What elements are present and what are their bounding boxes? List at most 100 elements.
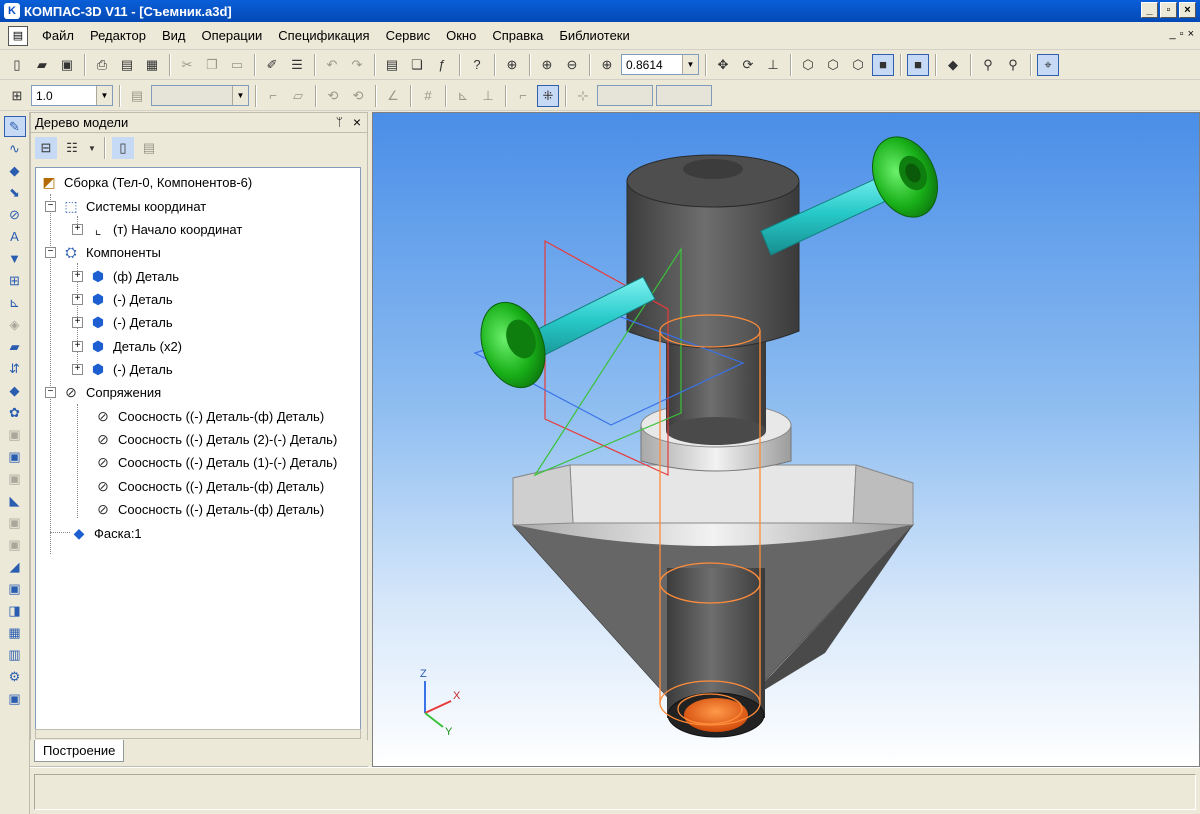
menu-help[interactable]: Справка — [484, 28, 551, 43]
menu-view[interactable]: Вид — [154, 28, 194, 43]
collision-icon[interactable]: ✿ — [4, 402, 26, 423]
grid-step-icon[interactable]: ⊞ — [6, 85, 28, 107]
mates-icon[interactable]: ⊘ — [4, 204, 26, 225]
tree-node-origin[interactable]: + ⌞ (т) Начало координат — [72, 219, 242, 239]
expand-icon[interactable]: + — [72, 340, 83, 352]
expand-icon[interactable]: + — [72, 316, 83, 328]
model-viewport[interactable]: Z X Y — [372, 112, 1200, 767]
save-icon[interactable]: ▣ — [56, 54, 78, 76]
assembly-3d-view[interactable]: Z X Y — [373, 113, 1199, 766]
shell-icon[interactable]: ▣ — [4, 534, 26, 555]
tree-filter-icon[interactable]: ▤ — [138, 137, 160, 159]
cut-icon[interactable]: ✂ — [176, 54, 198, 76]
menu-libraries[interactable]: Библиотеки — [551, 28, 637, 43]
snap-icon[interactable]: ⌖ — [1037, 53, 1059, 76]
tree-horizontal-scrollbar[interactable] — [35, 729, 361, 739]
coord-y-field[interactable] — [656, 85, 712, 106]
collapse-icon[interactable]: − — [45, 246, 56, 258]
print-preview-icon[interactable]: ▤ — [116, 54, 138, 76]
chevron-down-icon[interactable]: ▼ — [232, 86, 248, 105]
menu-specification[interactable]: Спецификация — [270, 28, 377, 43]
expand-icon[interactable]: + — [72, 270, 83, 282]
collapse-icon[interactable]: − — [45, 386, 56, 398]
fillet-icon[interactable]: ◣ — [4, 490, 26, 511]
extrude-icon[interactable]: ▣ — [4, 424, 26, 445]
zoom-scale-icon[interactable]: ⊕ — [596, 54, 618, 76]
pin-icon[interactable]: ᛘ — [336, 115, 343, 129]
constraint-icon[interactable]: ⟲ — [322, 85, 344, 107]
support-plate[interactable] — [512, 464, 914, 547]
expand-icon[interactable]: + — [72, 363, 83, 375]
redo-icon[interactable]: ↷ — [346, 54, 368, 76]
pattern-icon[interactable]: ▥ — [4, 644, 26, 665]
rib-icon[interactable]: ▣ — [4, 578, 26, 599]
close-button[interactable]: × — [1179, 2, 1196, 18]
chevron-down-icon[interactable]: ▼ — [682, 55, 698, 74]
round-icon[interactable]: ⌐ — [512, 85, 534, 107]
mirror-icon[interactable]: ▦ — [4, 622, 26, 643]
tree-structure-icon[interactable]: ⊟ — [35, 137, 57, 159]
restore-button[interactable]: ▫ — [1160, 2, 1177, 18]
dimensions-icon[interactable]: A — [4, 226, 26, 247]
chamfer-tool-icon[interactable]: ▣ — [4, 512, 26, 533]
surfaces-icon[interactable]: ◆ — [4, 160, 26, 181]
rotate-component-icon[interactable]: ◆ — [4, 380, 26, 401]
coordinates-icon[interactable]: ⊹ — [572, 85, 594, 107]
measure-tool-icon[interactable]: ⊞ — [4, 270, 26, 291]
filter-options-icon[interactable]: ⚲ — [1002, 54, 1024, 76]
variables-icon[interactable]: ƒ — [431, 54, 453, 76]
snap-points-icon[interactable]: ⁜ — [537, 84, 559, 107]
menu-service[interactable]: Сервис — [378, 28, 439, 43]
zoom-in-icon[interactable]: ⊕ — [536, 54, 558, 76]
tree-node-coordinate-systems[interactable]: − ⬚ Системы координат — [45, 196, 206, 216]
curves-icon[interactable]: ∿ — [4, 138, 26, 159]
tree-node-mate[interactable]: ⊘ Соосность ((-) Деталь-(ф) Деталь) — [94, 406, 324, 426]
tree-node-mate[interactable]: ⊘ Соосность ((-) Деталь-(ф) Деталь) — [94, 476, 324, 496]
zoom-window-icon[interactable]: ⊕ — [501, 54, 523, 76]
collapse-icon[interactable]: − — [45, 200, 56, 212]
tree-node-components[interactable]: − ⛭ Компоненты — [45, 242, 161, 262]
filter-tool-icon[interactable]: ▼ — [4, 248, 26, 269]
axis-icon[interactable]: ⊥ — [477, 85, 499, 107]
knob-right[interactable] — [860, 126, 950, 227]
coord-x-field[interactable] — [597, 85, 653, 106]
orientation-icon[interactable]: ⊥ — [762, 54, 784, 76]
undo-icon[interactable]: ↶ — [321, 54, 343, 76]
measure-icon[interactable]: ⟲ — [347, 85, 369, 107]
manager-icon[interactable]: ▤ — [381, 54, 403, 76]
hole-icon[interactable]: ◢ — [4, 556, 26, 577]
hidden-lines-icon[interactable]: ⬡ — [822, 54, 844, 76]
zoom-out-icon[interactable]: ⊖ — [561, 54, 583, 76]
spec-icon[interactable]: ⊾ — [4, 292, 26, 313]
wireframe-icon[interactable]: ⬡ — [797, 54, 819, 76]
chevron-down-icon[interactable]: ▼ — [87, 137, 97, 159]
section-icon[interactable]: ◨ — [4, 600, 26, 621]
mdi-close-button[interactable]: × — [1188, 28, 1194, 40]
menu-operations[interactable]: Операции — [193, 28, 270, 43]
menu-editor[interactable]: Редактор — [82, 28, 154, 43]
paste-icon[interactable]: ▭ — [226, 54, 248, 76]
open-file-icon[interactable]: ▰ — [31, 54, 53, 76]
mdi-restore-button[interactable]: ▫ — [1180, 28, 1184, 40]
library-icon[interactable]: ❏ — [406, 54, 428, 76]
edit-assembly-icon[interactable]: ✎ — [3, 116, 26, 137]
shaded-edges-icon[interactable]: ■ — [907, 53, 929, 76]
tree-node-component[interactable]: + ⬢ (-) Деталь — [72, 312, 173, 332]
add-component-icon[interactable]: ◈ — [4, 314, 26, 335]
thin-hidden-lines-icon[interactable]: ⬡ — [847, 54, 869, 76]
bottom-shaft[interactable] — [667, 568, 765, 738]
chevron-down-icon[interactable]: ▼ — [96, 86, 112, 105]
tree-node-component[interactable]: + ⬢ (-) Деталь — [72, 289, 173, 309]
rotate-icon[interactable]: ⟳ — [737, 54, 759, 76]
properties-icon[interactable]: ☰ — [286, 54, 308, 76]
filter-icon[interactable]: ⚲ — [977, 54, 999, 76]
zoom-combo[interactable]: 0.8614 ▼ — [621, 54, 699, 75]
tab-construction[interactable]: Построение — [34, 740, 125, 762]
mdi-minimize-button[interactable]: _ — [1170, 28, 1176, 40]
menu-window[interactable]: Окно — [438, 28, 484, 43]
grid-icon[interactable]: # — [417, 85, 439, 107]
help-pointer-icon[interactable]: ? — [466, 54, 488, 76]
export-icon[interactable]: ▦ — [141, 54, 163, 76]
pan-icon[interactable]: ✥ — [712, 54, 734, 76]
move-component-icon[interactable]: ⇵ — [4, 358, 26, 379]
